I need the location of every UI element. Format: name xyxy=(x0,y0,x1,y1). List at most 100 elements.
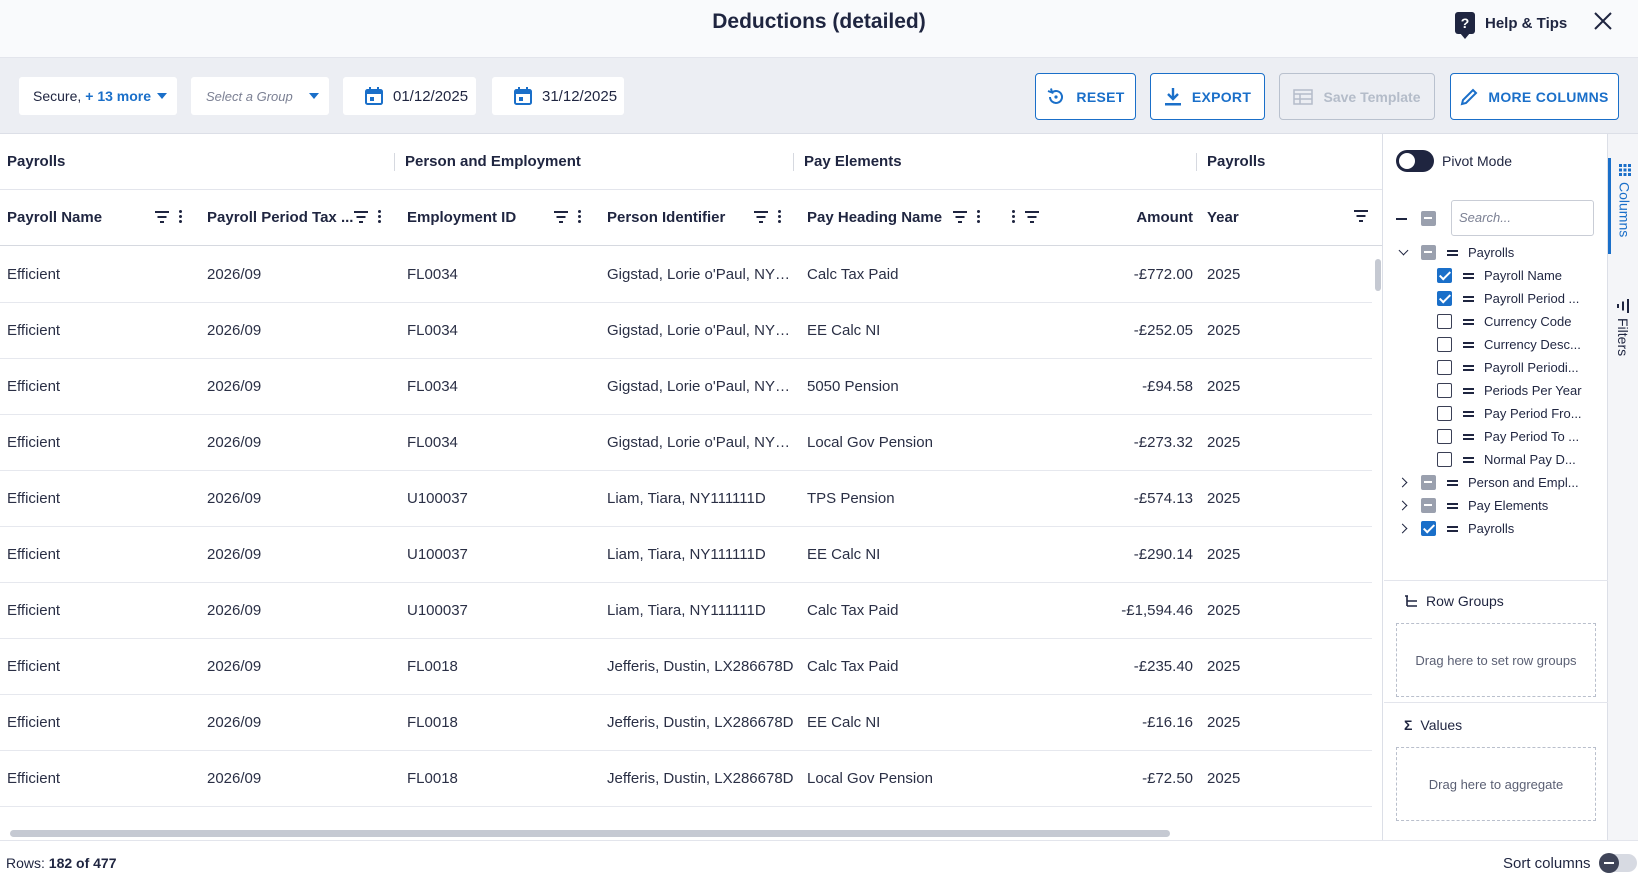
entity-select[interactable]: Secure, + 13 more xyxy=(19,77,177,115)
row-groups-dropzone[interactable]: Drag here to set row groups xyxy=(1396,623,1596,697)
select-all-checkbox[interactable] xyxy=(1421,211,1436,226)
pivot-mode-switch[interactable] xyxy=(1396,150,1434,172)
column-header-pay-heading-name[interactable]: Pay Heading Name xyxy=(800,190,942,246)
column-checkbox[interactable] xyxy=(1437,406,1452,421)
filter-icon[interactable] xyxy=(754,210,768,223)
column-group-item[interactable]: Pay Elements xyxy=(1447,494,1600,517)
drag-handle-icon[interactable] xyxy=(1463,410,1474,417)
date-from-field[interactable]: 01/12/2025 xyxy=(343,77,476,115)
column-checkbox[interactable] xyxy=(1437,383,1452,398)
sort-columns-toggle[interactable]: Sort columns xyxy=(1503,853,1637,873)
column-item[interactable]: Pay Period To ... xyxy=(1463,425,1600,448)
column-header-amount[interactable]: Amount xyxy=(1052,190,1200,246)
tab-filters[interactable]: Filters xyxy=(1608,294,1638,364)
table-row[interactable]: Efficient 2026/09 FL0018 Jefferis, Dustin, … xyxy=(0,695,1372,751)
column-checkbox[interactable] xyxy=(1421,475,1436,490)
values-dropzone[interactable]: Drag here to aggregate xyxy=(1396,747,1596,821)
kebab-icon[interactable] xyxy=(378,210,381,223)
kebab-icon[interactable] xyxy=(778,210,781,223)
chevron-right-icon[interactable] xyxy=(1397,500,1408,511)
collapse-all-icon[interactable] xyxy=(1396,218,1407,220)
kebab-icon[interactable] xyxy=(977,210,980,223)
download-icon xyxy=(1164,87,1181,105)
horizontal-scroll-thumb[interactable] xyxy=(10,830,1170,837)
column-item[interactable]: Payroll Name xyxy=(1463,264,1600,287)
column-checkbox[interactable] xyxy=(1437,268,1452,283)
table-row[interactable]: Efficient 2026/09 FL0034 Gigstad, Lorie o'P… xyxy=(0,415,1372,471)
more-columns-button[interactable]: MORE COLUMNS xyxy=(1450,73,1619,120)
close-icon[interactable] xyxy=(1592,10,1614,32)
drag-handle-icon[interactable] xyxy=(1463,272,1474,279)
column-item[interactable]: Periods Per Year xyxy=(1463,379,1600,402)
group-select[interactable]: Select a Group xyxy=(191,77,329,115)
column-group-item[interactable]: Payrolls xyxy=(1447,517,1600,540)
column-header-person-identifier[interactable]: Person Identifier xyxy=(600,190,725,246)
reset-button[interactable]: RESET xyxy=(1035,73,1136,120)
filter-icon[interactable] xyxy=(354,210,368,223)
chevron-right-icon[interactable] xyxy=(1397,477,1408,488)
table-row[interactable]: Efficient 2026/09 FL0034 Gigstad, Lorie o'P… xyxy=(0,247,1372,303)
column-checkbox[interactable] xyxy=(1437,314,1452,329)
column-checkbox[interactable] xyxy=(1437,452,1452,467)
column-item[interactable]: Currency Code xyxy=(1463,310,1600,333)
drag-handle-icon[interactable] xyxy=(1463,433,1474,440)
table-row[interactable]: Efficient 2026/09 FL0018 Jefferis, Dustin, … xyxy=(0,751,1372,807)
chevron-down-icon[interactable] xyxy=(1398,245,1409,256)
vertical-scroll-thumb[interactable] xyxy=(1375,259,1381,291)
column-checkbox[interactable] xyxy=(1421,498,1436,513)
filter-icon[interactable] xyxy=(953,210,967,223)
column-search-input[interactable]: Search... xyxy=(1451,200,1594,236)
column-checkbox[interactable] xyxy=(1421,245,1436,260)
table-row[interactable]: Efficient 2026/09 U100037 Liam, Tiara, NY11… xyxy=(0,527,1372,583)
column-item[interactable]: Payroll Periodi... xyxy=(1463,356,1600,379)
pivot-mode-toggle[interactable]: Pivot Mode xyxy=(1396,150,1512,172)
table-row[interactable]: Efficient 2026/09 FL0034 Gigstad, Lorie o'P… xyxy=(0,359,1372,415)
drag-handle-icon[interactable] xyxy=(1447,502,1458,509)
kebab-icon[interactable] xyxy=(1012,210,1015,223)
drag-handle-icon[interactable] xyxy=(1463,387,1474,394)
column-header-payroll-name[interactable]: Payroll Name xyxy=(0,190,102,246)
column-checkbox[interactable] xyxy=(1437,337,1452,352)
column-header-payroll-period[interactable]: Payroll Period Tax ... xyxy=(200,190,353,246)
tab-columns[interactable]: Columns xyxy=(1608,158,1638,254)
column-header-year[interactable]: Year xyxy=(1200,190,1239,246)
table-row[interactable]: Efficient 2026/09 FL0018 Jefferis, Dustin, … xyxy=(0,639,1372,695)
vertical-scrollbar[interactable] xyxy=(1373,247,1382,827)
horizontal-scrollbar[interactable] xyxy=(0,826,1373,840)
table-row[interactable]: Efficient 2026/09 FL0034 Gigstad, Lorie o'P… xyxy=(0,303,1372,359)
table-row[interactable]: Efficient 2026/09 U100037 Liam, Tiara, NY11… xyxy=(0,583,1372,639)
table-row[interactable]: Efficient 2026/09 U100037 Liam, Tiara, NY11… xyxy=(0,471,1372,527)
drag-handle-icon[interactable] xyxy=(1447,249,1458,256)
column-item[interactable]: Pay Period Fro... xyxy=(1463,402,1600,425)
drag-handle-icon[interactable] xyxy=(1463,318,1474,325)
drag-handle-icon[interactable] xyxy=(1463,295,1474,302)
kebab-icon[interactable] xyxy=(578,210,581,223)
column-checkbox[interactable] xyxy=(1421,521,1436,536)
help-tips-button[interactable]: ? Help & Tips xyxy=(1455,12,1567,39)
drag-handle-icon[interactable] xyxy=(1447,525,1458,532)
column-group-item[interactable]: Person and Empl... xyxy=(1447,471,1600,494)
filter-icon[interactable] xyxy=(155,210,169,223)
column-checkbox[interactable] xyxy=(1437,291,1452,306)
column-item[interactable]: Currency Desc... xyxy=(1463,333,1600,356)
filter-icon[interactable] xyxy=(1025,210,1039,223)
column-header-employment-id[interactable]: Employment ID xyxy=(400,190,516,246)
sort-columns-switch[interactable] xyxy=(1598,853,1637,873)
drag-handle-icon[interactable] xyxy=(1463,364,1474,371)
chevron-right-icon[interactable] xyxy=(1397,523,1408,534)
date-to-field[interactable]: 31/12/2025 xyxy=(492,77,624,115)
column-item[interactable]: Normal Pay D... xyxy=(1463,448,1600,471)
filter-icon[interactable] xyxy=(1354,210,1368,222)
column-checkbox[interactable] xyxy=(1437,360,1452,375)
column-item[interactable]: Payroll Period ... xyxy=(1463,287,1600,310)
filter-icon[interactable] xyxy=(554,210,568,223)
drag-handle-icon[interactable] xyxy=(1447,479,1458,486)
save-template-button[interactable]: Save Template xyxy=(1279,73,1435,120)
drag-handle-icon[interactable] xyxy=(1463,456,1474,463)
column-group-item[interactable]: Payrolls xyxy=(1447,241,1600,264)
export-button[interactable]: EXPORT xyxy=(1150,73,1265,120)
drag-handle-icon[interactable] xyxy=(1463,341,1474,348)
kebab-icon[interactable] xyxy=(179,210,182,223)
column-checkbox[interactable] xyxy=(1437,429,1452,444)
column-item-label: Payrolls xyxy=(1468,521,1515,536)
